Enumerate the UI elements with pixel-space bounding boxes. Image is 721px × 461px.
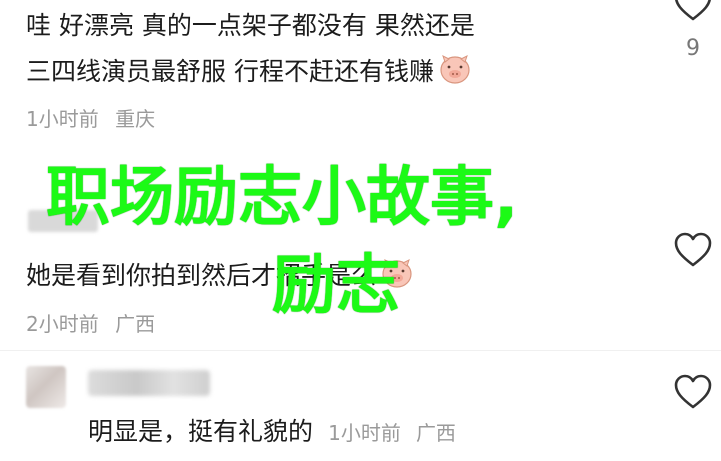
reply-location: 广西 bbox=[415, 421, 456, 445]
comment-1-line-2-text: 三四线演员最舒服 行程不赶还有钱赚 bbox=[26, 57, 434, 86]
heart-icon[interactable] bbox=[673, 374, 713, 410]
divider bbox=[0, 350, 721, 351]
overlay-title-line-2: 励志 bbox=[272, 249, 400, 323]
comment-2-time: 2小时前 bbox=[26, 312, 99, 336]
reply-time: 1小时前 bbox=[328, 421, 401, 445]
like-count: 9 bbox=[686, 36, 700, 61]
pig-face-icon bbox=[440, 55, 470, 84]
heart-icon[interactable] bbox=[673, 0, 713, 22]
comment-1-line-1: 哇 好漂亮 真的一点架子都没有 果然还是 bbox=[26, 11, 475, 40]
comment-1-time: 1小时前 bbox=[26, 107, 99, 131]
comment-2-location: 广西 bbox=[115, 312, 156, 336]
blurred-username bbox=[88, 370, 210, 396]
reply-row: 明显是，挺有礼貌的 1小时前 广西 bbox=[88, 412, 456, 452]
comment-1-line-2: 三四线演员最舒服 行程不赶还有钱赚 bbox=[26, 52, 472, 92]
avatar[interactable] bbox=[26, 366, 66, 408]
heart-icon[interactable] bbox=[673, 232, 713, 268]
comment-2-meta: 2小时前 广西 bbox=[26, 308, 155, 337]
reply-text: 明显是，挺有礼貌的 bbox=[88, 417, 314, 446]
comment-1-location: 重庆 bbox=[115, 107, 156, 131]
comment-1-meta: 1小时前 重庆 bbox=[26, 103, 155, 132]
overlay-title-line-1: 职场励志小故事, bbox=[46, 161, 519, 235]
